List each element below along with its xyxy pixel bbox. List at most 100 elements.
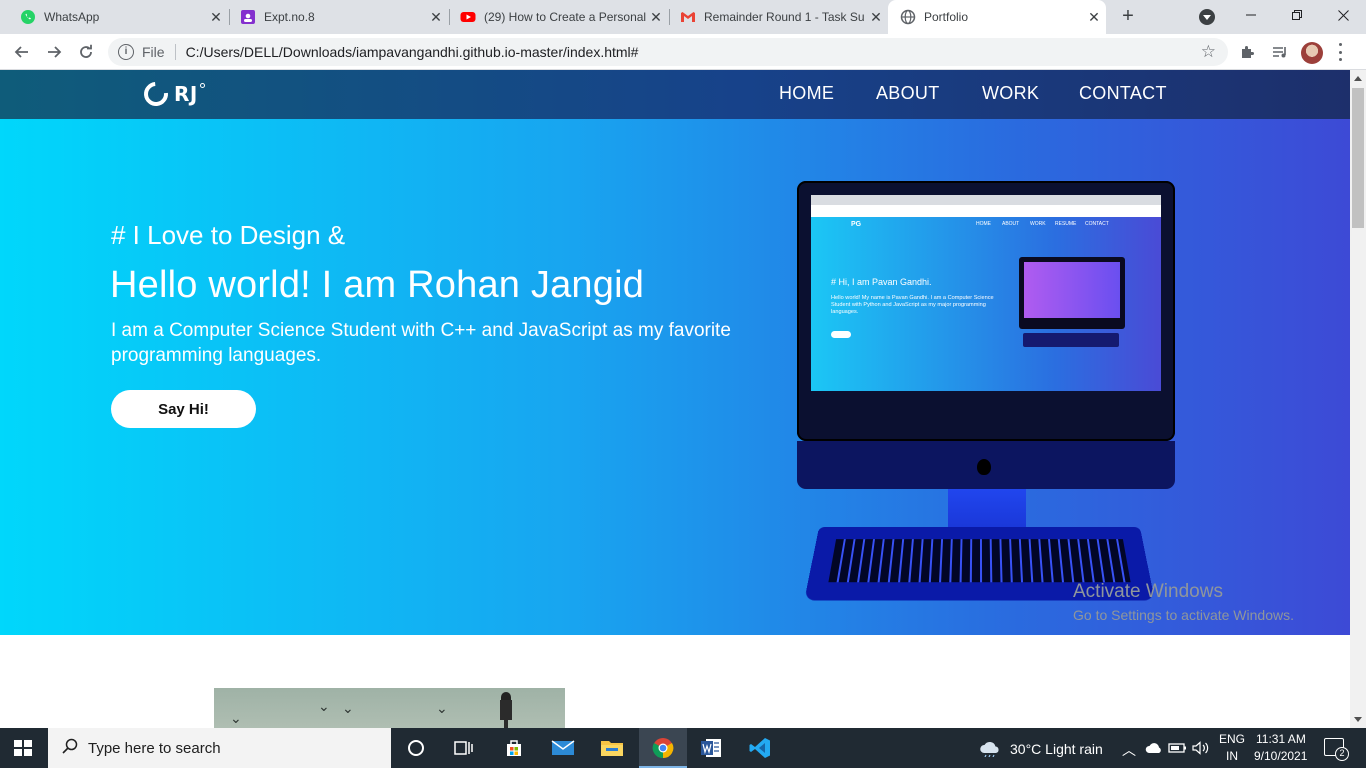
close-icon[interactable]: ✕ (648, 9, 664, 25)
restore-button[interactable] (1274, 0, 1320, 30)
hero-title: Hello world! I am Rohan Jangid (110, 264, 645, 306)
store-icon[interactable] (502, 736, 526, 760)
mockup-mini-keyboard (1023, 333, 1119, 347)
tab-title: Portfolio (924, 10, 969, 24)
weather-cloud-icon[interactable] (978, 736, 1002, 760)
tab-portfolio[interactable]: Portfolio ✕ (888, 0, 1106, 34)
nav-work[interactable]: WORK (982, 83, 1039, 104)
browser-toolbar: i File C:/Users/DELL/Downloads/iampavang… (0, 34, 1366, 70)
forward-button[interactable] (42, 40, 66, 64)
tab-youtube[interactable]: (29) How to Create a Personal ✕ (452, 0, 668, 34)
tab-gmail[interactable]: Remainder Round 1 - Task Su ✕ (672, 0, 888, 34)
mail-icon[interactable] (551, 736, 575, 760)
mockup-nav-home: HOME (976, 221, 991, 227)
site-navbar: RJ HOME ABOUT WORK CONTACT (0, 70, 1350, 119)
mockup-heading: # Hi, I am Pavan Gandhi. (831, 277, 932, 287)
scroll-thumb[interactable] (1352, 88, 1364, 228)
task-view-icon[interactable] (452, 736, 476, 760)
menu-kebab-icon[interactable] (1339, 43, 1343, 61)
tab-whatsapp[interactable]: WhatsApp ✕ (12, 0, 228, 34)
logo-text: RJ (174, 82, 198, 106)
reload-button[interactable] (74, 40, 98, 64)
say-hi-button[interactable]: Say Hi! (111, 390, 256, 428)
chrome-icon[interactable] (651, 736, 675, 760)
tab-divider (229, 9, 230, 25)
activate-windows-watermark: Activate Windows Go to Settings to activ… (1073, 581, 1294, 623)
close-window-button[interactable] (1320, 0, 1366, 30)
minimize-button[interactable] (1228, 0, 1274, 30)
tab-search-icon[interactable] (1199, 9, 1215, 25)
mockup-nav-about: ABOUT (1002, 221, 1020, 227)
taskbar-search[interactable]: Type here to search (48, 728, 391, 768)
bird-icon: ⌄ (342, 700, 354, 716)
windows-start-icon[interactable] (14, 740, 32, 756)
page-viewport: RJ HOME ABOUT WORK CONTACT # I Love to D… (0, 70, 1350, 728)
bookmark-star-icon[interactable]: ☆ (1201, 42, 1216, 62)
nav-home[interactable]: HOME (779, 83, 834, 104)
search-icon (62, 738, 78, 758)
info-icon[interactable]: i (118, 44, 134, 60)
street-lamp-icon (498, 692, 514, 728)
word-icon[interactable] (699, 736, 723, 760)
about-photo: ⌄ ⌄ ⌄ ⌄ (214, 688, 565, 728)
vscode-icon[interactable] (748, 736, 772, 760)
mockup-nav-contact: CONTACT (1085, 221, 1109, 227)
language-region[interactable]: IN (1226, 749, 1238, 763)
profile-avatar[interactable] (1301, 42, 1323, 64)
url-text[interactable]: C:/Users/DELL/Downloads/iampavangandhi.g… (186, 44, 639, 60)
nav-about[interactable]: ABOUT (876, 83, 940, 104)
clock-time[interactable]: 11:31 AM (1256, 732, 1306, 746)
notification-count: 2 (1335, 747, 1349, 761)
bird-icon: ⌄ (318, 698, 330, 714)
close-icon[interactable]: ✕ (1086, 9, 1102, 25)
hero-kicker: # I Love to Design & (111, 220, 346, 250)
weather-text[interactable]: 30°C Light rain (1010, 741, 1103, 757)
file-explorer-icon[interactable] (600, 736, 624, 760)
back-button[interactable] (10, 40, 34, 64)
search-placeholder: Type here to search (88, 739, 221, 757)
tab-title: (29) How to Create a Personal (484, 10, 647, 24)
scroll-up-icon[interactable] (1354, 76, 1362, 81)
site-logo[interactable]: RJ (139, 77, 205, 111)
chevron-up-icon[interactable]: ︿ (1122, 740, 1136, 760)
bird-icon: ⌄ (230, 710, 242, 726)
tab-divider (449, 9, 450, 25)
tab-divider (669, 9, 670, 25)
extensions-puzzle-icon[interactable] (1238, 42, 1258, 62)
mockup-nav-work: WORK (1030, 221, 1046, 227)
language-code[interactable]: ENG (1219, 732, 1245, 746)
mockup-tabs (811, 195, 1161, 205)
activate-title: Activate Windows (1073, 581, 1223, 602)
whatsapp-icon (20, 9, 36, 25)
page-scrollbar[interactable] (1350, 70, 1366, 728)
hero-description: I am a Computer Science Student with C++… (111, 320, 731, 366)
logo-degree-icon (199, 83, 205, 88)
mockup-button (831, 331, 851, 338)
volume-icon[interactable] (1189, 736, 1213, 760)
gmail-icon (680, 9, 696, 25)
address-bar[interactable]: i File C:/Users/DELL/Downloads/iampavang… (108, 38, 1228, 66)
mockup-nav: PG HOME ABOUT WORK RESUME CONTACT (811, 217, 1161, 233)
clock-date[interactable]: 9/10/2021 (1254, 749, 1307, 763)
close-icon[interactable]: ✕ (428, 9, 444, 25)
tab-title: Expt.no.8 (264, 10, 315, 24)
new-tab-button[interactable]: + (1116, 5, 1140, 29)
nav-contact[interactable]: CONTACT (1079, 83, 1167, 104)
onedrive-cloud-icon[interactable] (1142, 736, 1166, 760)
mockup-logo: PG (851, 221, 862, 228)
tab-title: Remainder Round 1 - Task Su (704, 10, 865, 24)
mockup-nav-resume: RESUME (1055, 221, 1077, 227)
notification-center-icon[interactable]: 2 (1324, 738, 1349, 761)
computer-chin (797, 441, 1175, 489)
media-queue-icon[interactable] (1270, 42, 1290, 62)
close-icon[interactable]: ✕ (208, 9, 224, 25)
scroll-down-icon[interactable] (1354, 717, 1362, 722)
battery-plug-icon[interactable] (1166, 736, 1190, 760)
mockup-text: Hello world! My name is Pavan Gandhi. I … (831, 295, 994, 315)
tab-expt[interactable]: Expt.no.8 ✕ (232, 0, 448, 34)
cortana-icon[interactable] (404, 736, 428, 760)
logo-ring-icon (139, 77, 173, 111)
close-icon[interactable]: ✕ (868, 9, 884, 25)
browser-tab-strip: WhatsApp ✕ Expt.no.8 ✕ (29) How to Creat… (0, 0, 1366, 34)
bird-icon: ⌄ (436, 700, 448, 716)
